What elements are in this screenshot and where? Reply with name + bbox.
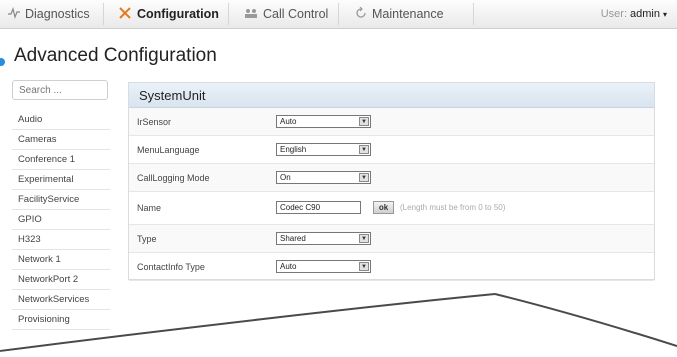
page-curl-shadow [0,293,677,357]
